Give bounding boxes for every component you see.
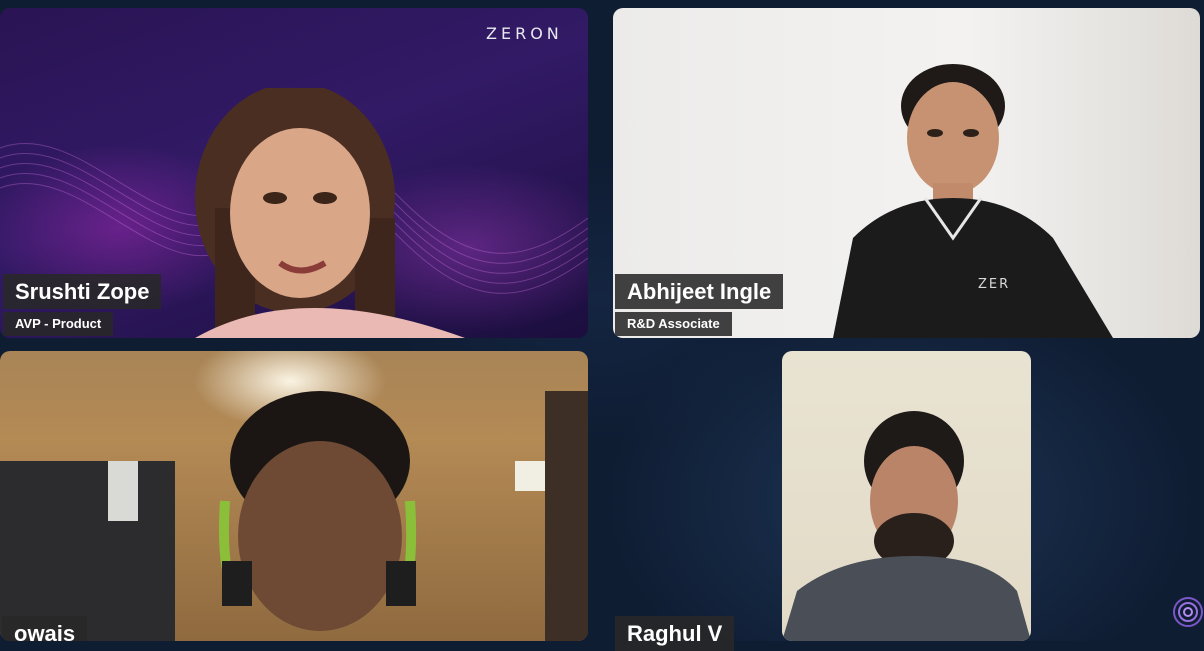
svg-text:ZER: ZER (978, 277, 1010, 292)
participant-video-feed (782, 411, 1031, 641)
video-tile-owais[interactable]: owais (0, 351, 588, 641)
participant-name: Srushti Zope (3, 274, 162, 309)
participant-role: R&D Associate (615, 312, 732, 336)
participant-video-feed (195, 88, 465, 338)
video-tile-abhijeet-ingle[interactable]: ZER Abhijeet Ingle R&D Associate (613, 8, 1200, 338)
fingerprint-icon (1173, 597, 1203, 627)
video-tile-raghul-v[interactable] (782, 351, 1031, 641)
video-tile-srushti-zope[interactable]: ZERON Srushti Zope AVP - Product (0, 8, 588, 338)
participant-name: Raghul V (615, 616, 735, 651)
participant-video-feed: ZER (833, 64, 1113, 338)
participant-name: Abhijeet Ingle (615, 274, 784, 309)
participant-video-feed (0, 391, 588, 641)
participant-role: AVP - Product (3, 312, 114, 336)
brand-logo: ZERON (486, 24, 563, 43)
participant-name: owais (2, 616, 88, 641)
